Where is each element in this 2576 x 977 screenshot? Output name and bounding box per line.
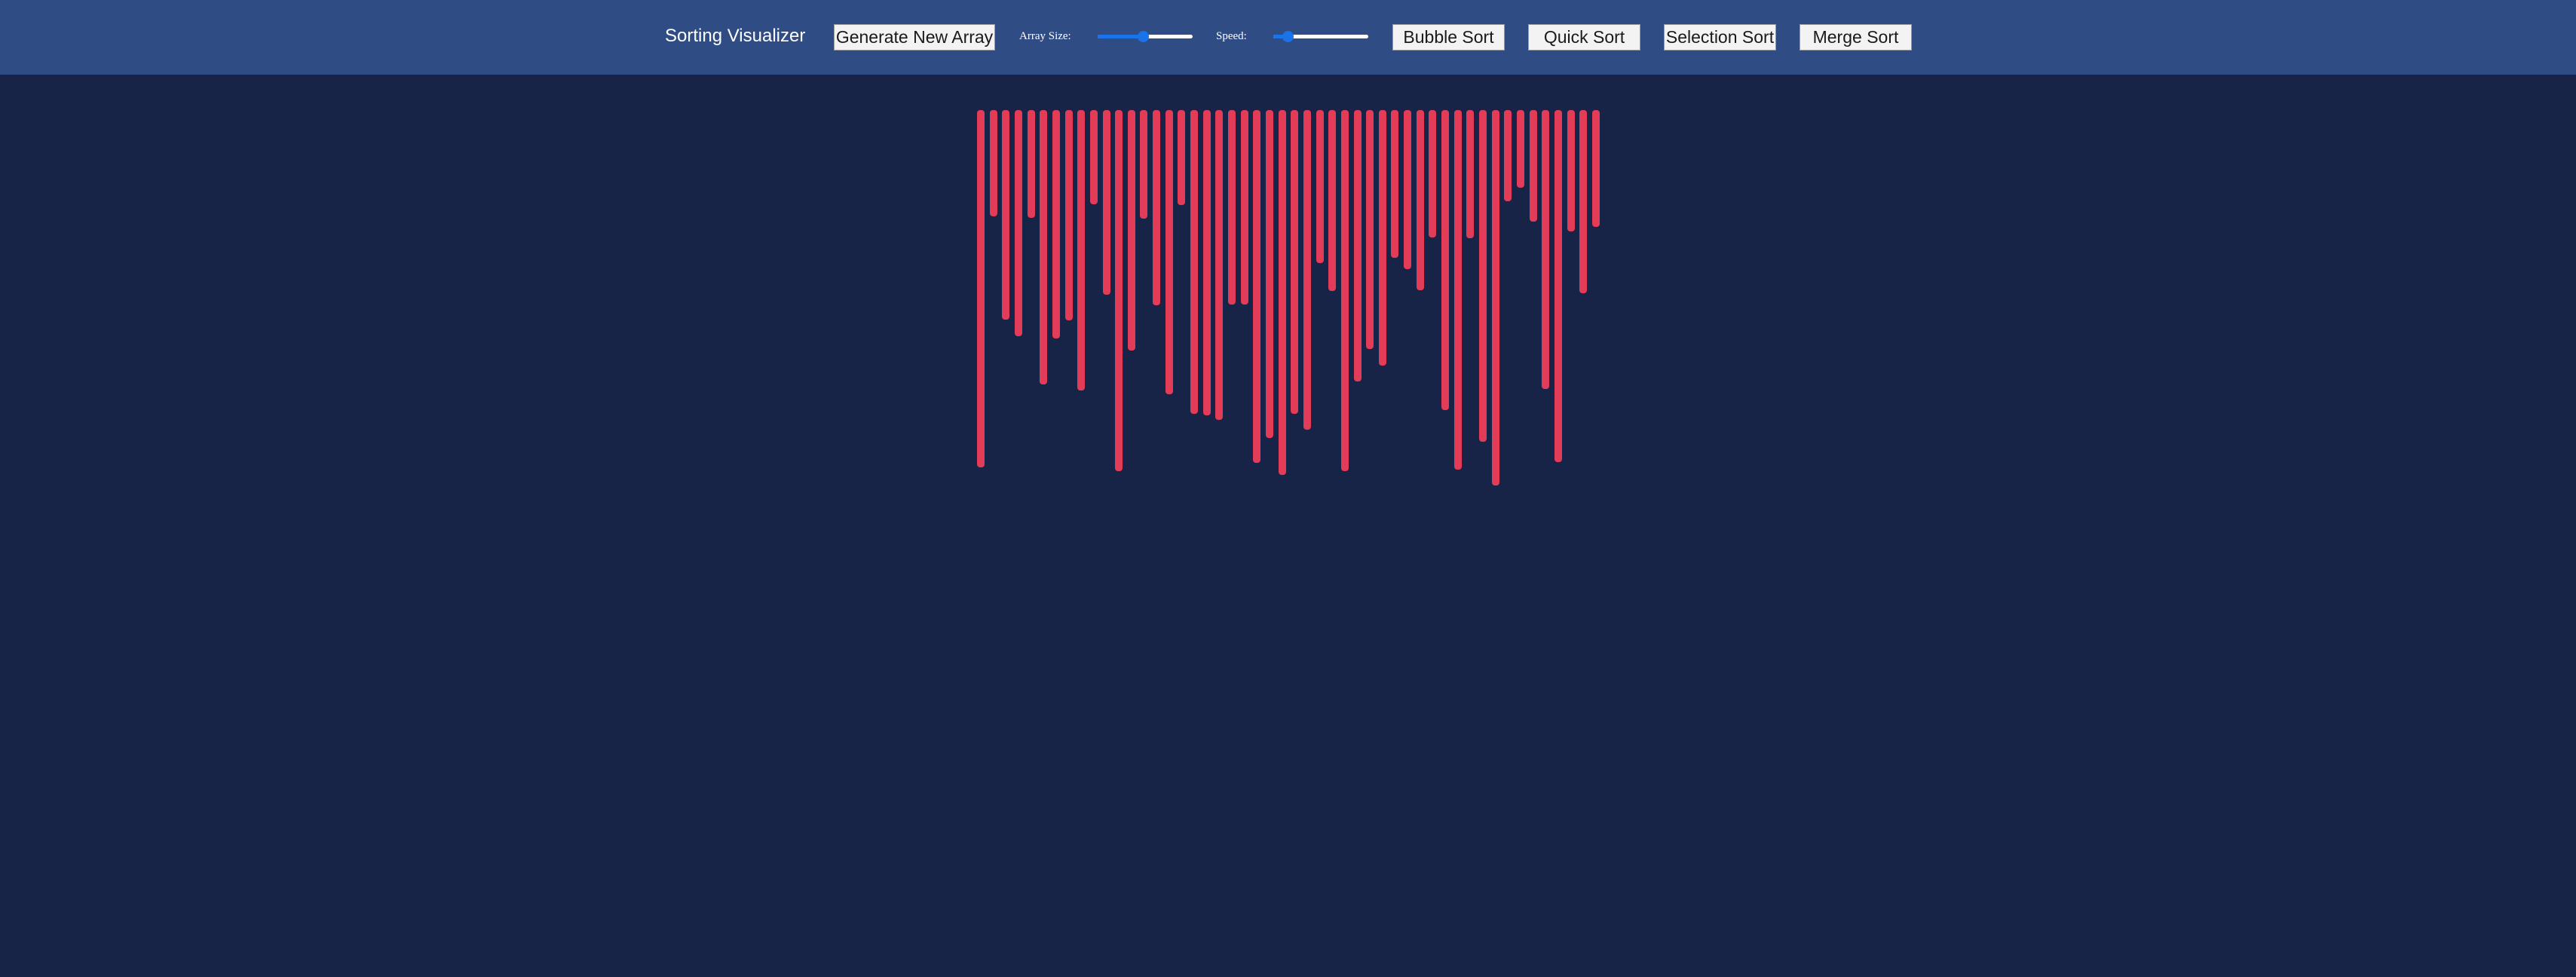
- array-bar: [1404, 110, 1412, 269]
- array-bar: [1567, 110, 1575, 231]
- array-bar: [1278, 110, 1286, 475]
- array-bar: [1228, 110, 1236, 305]
- array-bar: [1077, 110, 1086, 390]
- array-bar: [1441, 110, 1450, 410]
- array-bar: [1479, 110, 1487, 442]
- array-bar: [1140, 110, 1148, 219]
- array-bar: [1579, 110, 1588, 293]
- array-bar: [1153, 110, 1161, 305]
- array-bar: [1542, 110, 1550, 389]
- array-bar: [1554, 110, 1562, 462]
- array-bar: [1115, 110, 1123, 471]
- array-bar: [1253, 110, 1261, 463]
- array-bar: [1316, 110, 1324, 263]
- array-bar: [1391, 110, 1399, 258]
- array-bar: [1303, 110, 1311, 430]
- array-bar: [1014, 110, 1022, 336]
- array-bar: [1591, 110, 1600, 227]
- array-bar: [1064, 110, 1073, 320]
- array-bar: [1165, 110, 1173, 394]
- array-bar: [1328, 110, 1337, 291]
- array-bars-container: [0, 0, 2576, 977]
- array-bar: [1127, 110, 1135, 351]
- array-bar: [1027, 110, 1035, 218]
- array-bar: [1353, 110, 1362, 381]
- array-bar: [1466, 110, 1475, 238]
- array-bar: [1340, 110, 1349, 471]
- array-bar: [1429, 110, 1437, 237]
- array-bar: [1516, 110, 1524, 188]
- array-bar: [1089, 110, 1098, 204]
- array-bar: [1265, 110, 1273, 438]
- array-bar: [1291, 110, 1299, 414]
- array-bar: [977, 110, 985, 467]
- array-bar: [1240, 110, 1248, 305]
- array-bar: [1040, 110, 1048, 384]
- array-bar: [1529, 110, 1537, 222]
- array-bar: [1453, 110, 1462, 470]
- array-bar: [1416, 110, 1424, 290]
- array-bar: [1366, 110, 1374, 349]
- array-bar: [989, 110, 997, 216]
- array-bar: [1178, 110, 1186, 205]
- array-bar: [1052, 110, 1060, 338]
- array-bar: [1215, 110, 1224, 420]
- array-bar: [1202, 110, 1211, 415]
- array-bar: [1002, 110, 1010, 320]
- array-bar: [1190, 110, 1199, 414]
- array-bar: [1491, 110, 1499, 485]
- array-bar: [1504, 110, 1512, 201]
- array-bar: [1102, 110, 1110, 295]
- array-bar: [1378, 110, 1386, 366]
